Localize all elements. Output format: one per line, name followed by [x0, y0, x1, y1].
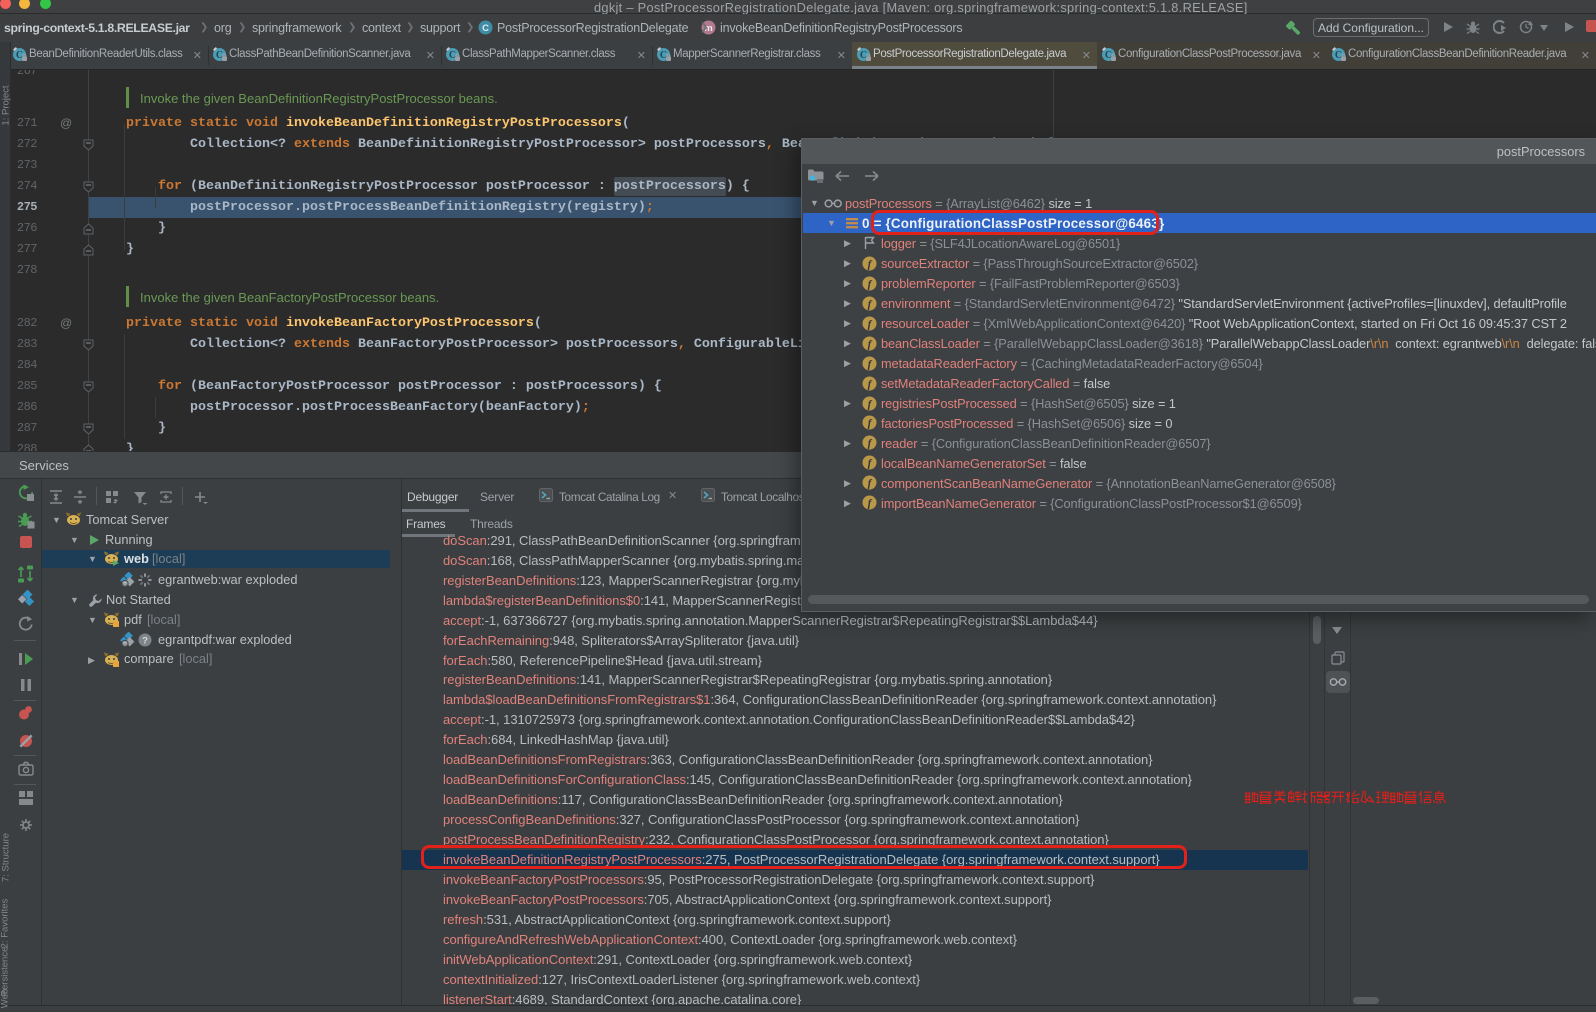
svg-text:C: C: [482, 23, 489, 34]
svg-text:?: ?: [142, 635, 148, 646]
